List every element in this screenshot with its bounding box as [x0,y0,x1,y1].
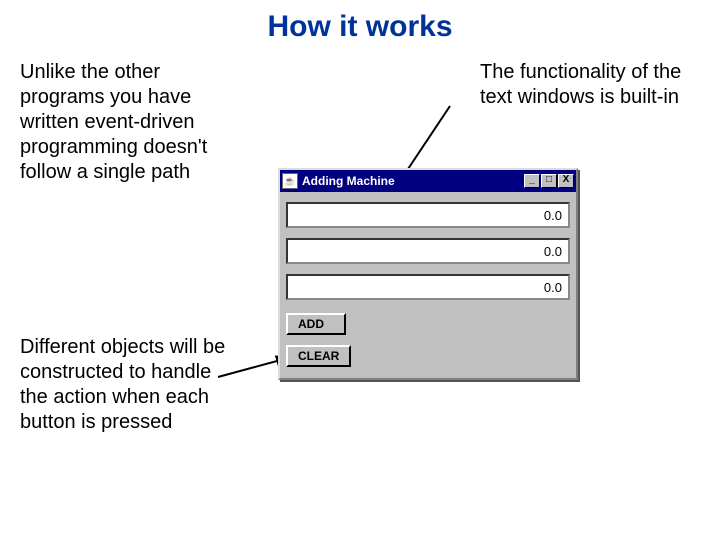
slide-title: How it works [0,10,720,44]
paragraph-builtin: The functionality of the text windows is… [480,60,690,110]
result-field[interactable]: 0.0 [286,274,570,300]
maximize-button[interactable]: □ [541,174,557,188]
clear-button[interactable]: CLEAR [286,345,351,367]
adding-machine-window: ☕ Adding Machine _ □ X 0.0 0.0 0.0 ADD C… [278,168,578,380]
window-title: Adding Machine [302,174,524,188]
java-cup-icon: ☕ [282,173,298,189]
operand1-field[interactable]: 0.0 [286,202,570,228]
minimize-button[interactable]: _ [524,174,540,188]
window-titlebar[interactable]: ☕ Adding Machine _ □ X [280,170,576,192]
paragraph-event-driven: Unlike the other programs you have writt… [20,60,250,185]
operand2-field[interactable]: 0.0 [286,238,570,264]
paragraph-objects: Different objects will be constructed to… [20,335,230,435]
close-button[interactable]: X [558,174,574,188]
add-button[interactable]: ADD [286,313,346,335]
window-body: 0.0 0.0 0.0 ADD CLEAR [280,192,576,378]
